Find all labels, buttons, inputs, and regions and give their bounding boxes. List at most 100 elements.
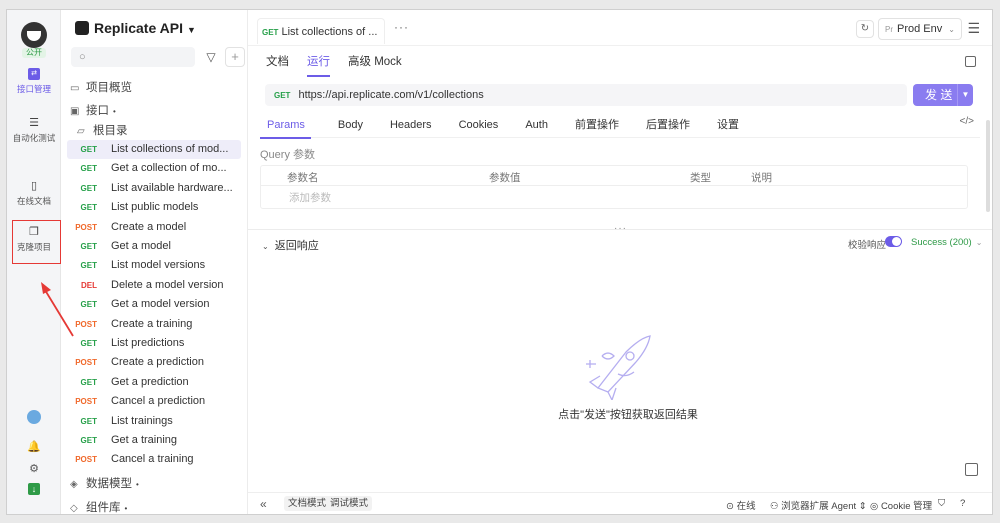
api-tree-item[interactable]: GET Get a model version: [67, 295, 241, 314]
status-bar: « 文档模式 调试模式 ⊙ 在线 ⚇ 浏览器扩展 Agent ⇕ ◎ Cooki…: [248, 492, 992, 514]
api-tree-item[interactable]: DEL Delete a model version: [67, 276, 241, 295]
globe-icon: [27, 410, 41, 424]
rail-item-online-docs[interactable]: ▯ 在线文档: [7, 180, 61, 207]
api-name: List predictions: [111, 337, 185, 349]
api-tree-item[interactable]: GET List predictions: [67, 334, 241, 353]
shirt-button[interactable]: ⛉: [938, 498, 945, 509]
method-label: GET: [80, 377, 97, 387]
globe-button[interactable]: [7, 410, 61, 427]
method-label: GET: [80, 300, 97, 310]
tab-cookies[interactable]: Cookies: [452, 119, 499, 137]
tab-params[interactable]: Params: [260, 119, 311, 139]
search-input[interactable]: ○: [71, 47, 195, 67]
url-input[interactable]: GET https://api.replicate.com/v1/collecti…: [265, 84, 907, 106]
tab-docs[interactable]: 文档: [266, 53, 289, 75]
download-button[interactable]: ↓: [7, 483, 61, 495]
tree-item-interfaces[interactable]: ▣ 接口 •: [70, 102, 116, 118]
add-param-input[interactable]: 添加参数: [261, 186, 967, 205]
api-tree-item[interactable]: GET List public models: [67, 198, 241, 217]
team-avatar[interactable]: [21, 22, 47, 48]
doc-mode-button[interactable]: 文档模式: [284, 496, 331, 511]
query-params-label: Query 参数: [260, 149, 316, 161]
caret-down-icon: ▼: [186, 25, 196, 35]
method-label: POST: [75, 397, 97, 407]
api-tree-item[interactable]: POST Cancel a training: [67, 450, 241, 469]
scrollbar[interactable]: [986, 120, 990, 212]
api-tree-item[interactable]: GET List collections of mod...: [67, 140, 241, 159]
components-icon: ◇: [70, 503, 78, 514]
api-tree-item[interactable]: POST Create a model: [67, 218, 241, 237]
tree-item-label: 数据模型: [86, 478, 132, 490]
add-button[interactable]: +: [225, 47, 245, 67]
shirt-icon: ⛉: [938, 498, 946, 509]
environment-select[interactable]: Pr Prod Env ⌄: [878, 18, 962, 40]
tree-item-overview[interactable]: ▭ 项目概览: [70, 79, 132, 95]
tree-item-label: 组件库: [86, 502, 121, 514]
tree-item-data-models[interactable]: ◈ 数据模型 •: [70, 475, 139, 491]
notification-button[interactable]: 🔔: [7, 440, 61, 453]
response-section-toggle[interactable]: ⌄ 返回响应: [262, 237, 319, 253]
api-tree-item[interactable]: POST Create a prediction: [67, 353, 241, 372]
verify-toggle[interactable]: [885, 236, 902, 247]
rail-item-automation[interactable]: ☰ 自动化测试: [7, 117, 61, 144]
online-status[interactable]: ⊙ 在线: [726, 498, 756, 512]
browser-agent-select[interactable]: ⚇ 浏览器扩展 Agent ⇕: [770, 498, 867, 512]
help-button[interactable]: ?: [960, 498, 965, 509]
bell-icon: 🔔: [27, 441, 41, 453]
collapse-sidebar-icon[interactable]: «: [260, 497, 267, 511]
settings-button[interactable]: ⚙: [7, 462, 61, 475]
tree-item-label: 接口: [86, 105, 109, 117]
method-label: GET: [262, 28, 279, 37]
rail-item-api-management[interactable]: ⇄ 接口管理: [7, 68, 61, 95]
more-tabs-button[interactable]: ···: [394, 20, 409, 34]
api-tree-item[interactable]: GET Get a training: [67, 431, 241, 450]
tab-run[interactable]: 运行: [307, 53, 330, 77]
tab-advanced-mock[interactable]: 高级 Mock: [348, 53, 402, 75]
app-window: 公开 ⇄ 接口管理 ☰ 自动化测试 ▯ 在线文档 ❐ 克隆项目 🔔 ⚙ ↓ Re…: [6, 9, 993, 515]
tab-settings[interactable]: 设置: [710, 116, 739, 138]
rail-item-label: 在线文档: [16, 196, 51, 206]
api-tree-item[interactable]: POST Cancel a prediction: [67, 392, 241, 411]
method-select[interactable]: GET: [274, 91, 290, 100]
tab-pre-ops[interactable]: 前置操作: [568, 116, 619, 138]
method-label: GET: [80, 261, 97, 271]
tab-post-ops[interactable]: 后置操作: [639, 116, 690, 138]
api-tree-item[interactable]: GET List available hardware...: [67, 179, 241, 198]
api-tree-item[interactable]: GET Get a model: [67, 237, 241, 256]
debug-mode-button[interactable]: 调试模式: [326, 496, 373, 511]
rocket-illustration: [586, 335, 651, 400]
response-title: 返回响应: [274, 240, 319, 252]
tab-body[interactable]: Body: [331, 119, 363, 137]
api-tree-item[interactable]: GET Get a collection of mo...: [67, 159, 241, 178]
tab-list-collections[interactable]: GET List collections of ...: [257, 18, 385, 44]
chevron-down-icon: ⌄: [262, 242, 269, 251]
api-icon: ⇄: [28, 68, 40, 80]
api-tree-item[interactable]: GET List trainings: [67, 412, 241, 431]
tree-item-root[interactable]: ▱ 根目录: [77, 122, 128, 138]
resize-grip[interactable]: ···: [614, 223, 627, 234]
method-label: GET: [80, 145, 97, 154]
col-type: 类型: [690, 172, 711, 184]
interface-icon: ▣: [70, 106, 80, 117]
api-tree-item[interactable]: GET List model versions: [67, 256, 241, 275]
tab-headers[interactable]: Headers: [383, 119, 432, 137]
refresh-button[interactable]: ↻: [856, 20, 874, 38]
send-button[interactable]: 发 送 ▼: [913, 84, 973, 106]
cookie-manager-button[interactable]: ◎ Cookie 管理: [870, 498, 932, 512]
panel-layout-icon[interactable]: [965, 56, 976, 67]
send-dropdown-icon[interactable]: ▼: [957, 84, 973, 106]
status-select[interactable]: Success (200) ⌄: [911, 237, 982, 248]
tab-auth[interactable]: Auth: [518, 119, 548, 137]
split-layout-icon[interactable]: [965, 463, 978, 476]
code-icon[interactable]: </>: [960, 116, 974, 127]
status-text: Success (200): [911, 237, 972, 248]
menu-button[interactable]: ☰: [967, 20, 980, 37]
method-label: POST: [75, 319, 97, 329]
api-tree-item[interactable]: POST Create a training: [67, 315, 241, 334]
api-tree-item[interactable]: GET Get a prediction: [67, 373, 241, 392]
project-switcher[interactable]: Replicate API ▼: [75, 20, 196, 36]
api-name: Delete a model version: [111, 278, 224, 291]
filter-button[interactable]: ▽: [201, 47, 221, 67]
tree-item-components[interactable]: ◇ 组件库 •: [70, 499, 127, 514]
method-label: GET: [80, 164, 97, 174]
